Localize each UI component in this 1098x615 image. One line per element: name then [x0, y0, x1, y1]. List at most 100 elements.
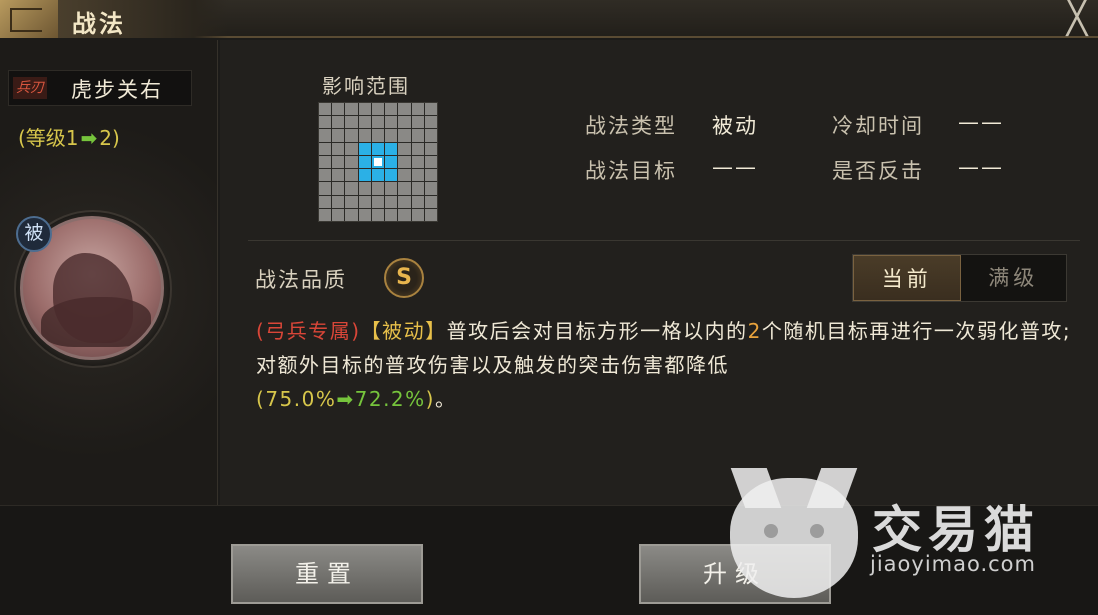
range-cell: [424, 116, 437, 129]
range-cell: [411, 155, 424, 169]
range-cell: [332, 155, 345, 169]
range-cell: [424, 195, 437, 208]
range-cell: [411, 129, 424, 142]
section-divider: [248, 240, 1080, 241]
tab-max-level[interactable]: 满级: [961, 255, 1067, 301]
range-cell: [332, 103, 345, 116]
range-cell: [424, 208, 437, 221]
window-title: 战法: [72, 10, 126, 38]
range-cell: [398, 155, 411, 169]
range-cell: [424, 155, 437, 169]
tab-current[interactable]: 当前: [853, 255, 961, 301]
range-cell: [332, 142, 345, 155]
range-cell: [319, 129, 332, 142]
range-cell: [358, 182, 371, 195]
watermark: 交易猫 jiaoyimao.com: [730, 478, 1050, 598]
range-cell: [358, 195, 371, 208]
value-arrow-icon: ➡: [336, 387, 355, 411]
range-cell: [398, 103, 411, 116]
watermark-url: jiaoyimao.com: [870, 552, 1036, 576]
range-cell: [371, 129, 385, 142]
range-cell-affected: [385, 155, 398, 169]
range-cell: [345, 129, 358, 142]
quality-label: 战法品质: [255, 268, 347, 292]
level-from: (等级1: [18, 126, 79, 150]
skill-type-label: 战法类型: [585, 114, 677, 138]
range-cell-affected: [371, 142, 385, 155]
range-cell: [385, 182, 398, 195]
range-cell: [371, 195, 385, 208]
range-cell: [398, 169, 411, 182]
desc-open: (: [256, 387, 266, 411]
range-cell: [332, 195, 345, 208]
range-grid: [318, 102, 438, 222]
range-cell: [358, 103, 371, 116]
range-cell: [319, 195, 332, 208]
range-cell: [398, 208, 411, 221]
range-cell: [345, 103, 358, 116]
range-cell: [358, 116, 371, 129]
range-cell: [385, 129, 398, 142]
range-cell: [345, 116, 358, 129]
level-to: 2): [99, 126, 120, 150]
range-cell-affected: [358, 142, 371, 155]
range-cell: [411, 169, 424, 182]
range-cell: [319, 182, 332, 195]
desc-part1: 普攻后会对目标方形一格以内的: [446, 319, 748, 343]
range-cell: [371, 103, 385, 116]
passive-tag: 【被动】: [360, 319, 447, 343]
range-cell: [345, 142, 358, 155]
range-cell: [385, 116, 398, 129]
cat-eye-right: [810, 524, 824, 538]
desc-close: ): [425, 387, 435, 411]
range-cell: [411, 195, 424, 208]
range-cell-affected: [358, 169, 371, 182]
range-cell-affected: [358, 155, 371, 169]
reset-button[interactable]: 重置: [231, 544, 423, 604]
skill-target-value: ——: [712, 155, 758, 179]
range-cell: [332, 208, 345, 221]
range-cell-center: [371, 155, 385, 169]
counterattack-label: 是否反击: [832, 159, 924, 183]
exclusive-tag: (弓兵专属): [256, 319, 361, 343]
skill-description: (弓兵专属)【被动】普攻后会对目标方形一格以内的2个随机目标再进行一次弱化普攻;…: [256, 314, 1076, 416]
title-bar: 战法 ╳: [0, 0, 1098, 38]
skill-target-label: 战法目标: [585, 159, 677, 183]
range-cell: [424, 129, 437, 142]
value-to: 72.2%: [354, 387, 426, 411]
range-cell: [358, 208, 371, 221]
range-cell: [345, 208, 358, 221]
skill-type-value: 被动: [712, 114, 758, 138]
range-cell: [358, 129, 371, 142]
range-cell: [424, 169, 437, 182]
range-cell-affected: [371, 169, 385, 182]
range-cell: [319, 155, 332, 169]
desc-end: 。: [434, 387, 457, 411]
range-cell: [371, 182, 385, 195]
range-cell: [332, 116, 345, 129]
cat-eye-left: [764, 524, 778, 538]
troop-name: 虎步关右: [71, 78, 163, 102]
range-cell: [398, 195, 411, 208]
range-cell: [371, 208, 385, 221]
target-count: 2: [747, 319, 762, 343]
range-cell: [332, 182, 345, 195]
range-cell-affected: [385, 142, 398, 155]
range-cell: [411, 103, 424, 116]
close-icon[interactable]: ╳: [1060, 0, 1094, 36]
range-cell: [385, 208, 398, 221]
value-from: 75.0%: [265, 387, 337, 411]
range-cell-affected: [385, 169, 398, 182]
range-cell: [332, 169, 345, 182]
range-cell: [398, 129, 411, 142]
range-cell: [345, 155, 358, 169]
range-cell: [371, 116, 385, 129]
range-cell: [398, 142, 411, 155]
range-cell: [345, 195, 358, 208]
cooldown-label: 冷却时间: [832, 114, 924, 138]
title-ornament-icon: [0, 0, 58, 38]
cat-logo-icon: [730, 478, 858, 598]
cooldown-value: ——: [958, 110, 1004, 134]
range-cell: [385, 103, 398, 116]
troop-weapon-tag: 兵刃: [13, 77, 47, 99]
